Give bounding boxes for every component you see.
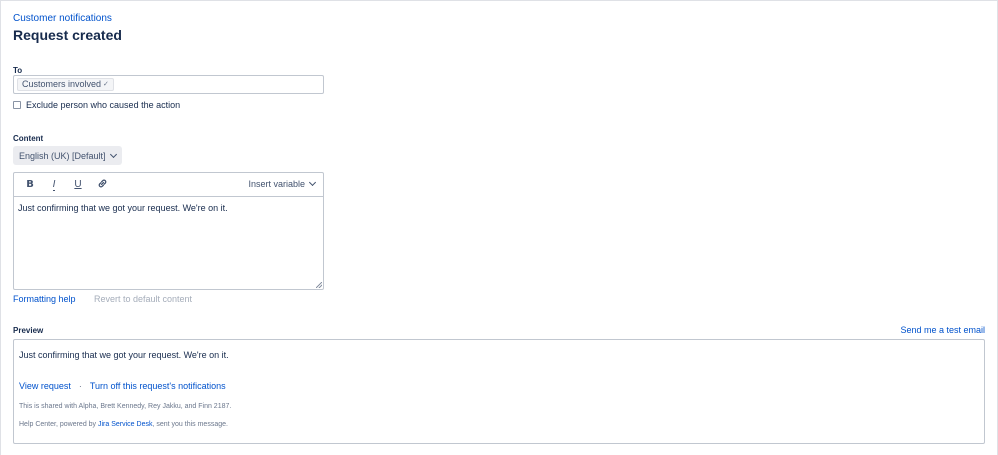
- link-icon[interactable]: [95, 178, 109, 192]
- revert-default-link: Revert to default content: [94, 294, 193, 304]
- content-label: Content: [13, 134, 44, 143]
- preview-message: Just confirming that we got your request…: [19, 350, 229, 360]
- chevron-down-icon: [109, 150, 117, 158]
- editor-toolbar: B I U Insert variable: [14, 173, 323, 197]
- editor-text[interactable]: Just confirming that we got your request…: [18, 203, 228, 213]
- insert-variable-dropdown[interactable]: Insert variable: [248, 178, 317, 189]
- page-title: Request created: [13, 27, 122, 43]
- underline-button[interactable]: U: [71, 178, 85, 192]
- exclude-checkbox-label[interactable]: Exclude person who caused the action: [26, 100, 180, 110]
- recipient-tag-label: Customers involved: [22, 79, 102, 89]
- breadcrumb[interactable]: Customer notifications: [13, 13, 112, 24]
- formatting-help-link[interactable]: Formatting help: [13, 294, 76, 304]
- italic-label: I: [52, 179, 56, 191]
- footer-prefix: Help Center, powered by: [19, 421, 98, 428]
- close-icon[interactable]: ✓: [103, 79, 109, 90]
- preview-panel: Just confirming that we got your request…: [13, 339, 985, 444]
- preview-label: Preview: [13, 326, 44, 335]
- chevron-down-icon: [308, 178, 317, 187]
- language-select[interactable]: English (UK) [Default]: [13, 146, 122, 165]
- footer-suffix: , sent you this message.: [152, 421, 228, 428]
- content-editor[interactable]: B I U Insert variable Just confirming th…: [13, 172, 324, 290]
- recipient-tag[interactable]: Customers involved ✓: [17, 78, 114, 91]
- shared-with-note: This is shared with Alpha, Brett Kennedy…: [19, 403, 232, 410]
- link-icon-graphic: [98, 179, 106, 188]
- italic-button[interactable]: I: [47, 178, 61, 192]
- link-separator: ·: [78, 381, 82, 391]
- jira-service-desk-link[interactable]: Jira Service Desk: [98, 421, 152, 428]
- turn-off-notifications-link[interactable]: Turn off this request's notifications: [90, 381, 226, 391]
- to-field[interactable]: Customers involved ✓: [13, 75, 324, 94]
- preview-links: View request · Turn off this request's n…: [19, 381, 226, 391]
- exclude-checkbox[interactable]: [13, 101, 21, 109]
- to-label: To: [13, 66, 23, 75]
- view-request-link[interactable]: View request: [19, 381, 71, 391]
- exclude-checkbox-row[interactable]: Exclude person who caused the action: [13, 100, 180, 110]
- footer-note: Help Center, powered by Jira Service Des…: [19, 421, 228, 428]
- insert-variable-label: Insert variable: [248, 179, 305, 189]
- resize-handle[interactable]: [316, 282, 322, 288]
- language-select-value: English (UK) [Default]: [19, 150, 106, 161]
- send-test-email-link[interactable]: Send me a test email: [900, 325, 985, 335]
- bold-button[interactable]: B: [23, 178, 37, 192]
